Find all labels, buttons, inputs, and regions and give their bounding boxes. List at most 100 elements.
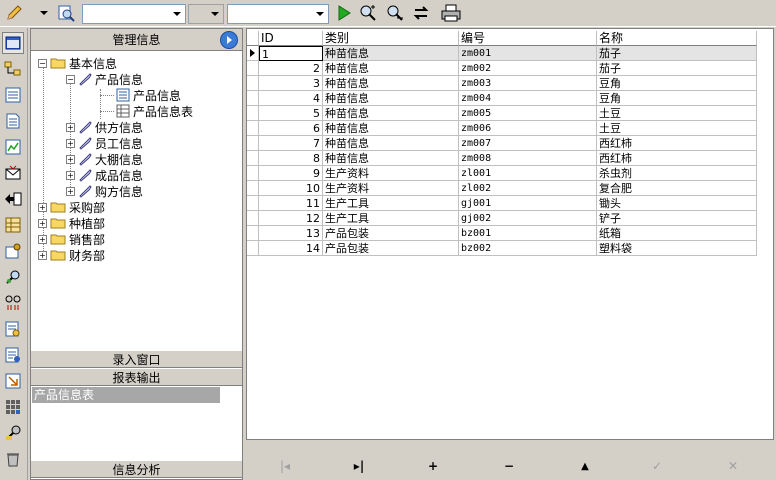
tools-icon[interactable]	[2, 422, 24, 444]
grid-cell-name[interactable]: 茄子	[597, 46, 757, 61]
grid-cell-code[interactable]: zl001	[459, 166, 597, 181]
grid-cell-code[interactable]: bz001	[459, 226, 597, 241]
tree-node-dept-sales[interactable]: + 销售部	[38, 231, 105, 247]
tree-node-basic-info[interactable]: − 基本信息	[38, 55, 117, 71]
row-indicator[interactable]	[247, 136, 259, 151]
grid-cell-category[interactable]: 种苗信息	[323, 136, 459, 151]
column-header-category[interactable]: 类别	[323, 31, 459, 46]
grid-cell-id[interactable]: 8	[259, 151, 323, 166]
grid-cell-name[interactable]: 塑料袋	[597, 241, 757, 256]
grid-cell-name[interactable]: 土豆	[597, 121, 757, 136]
chevron-down-icon[interactable]	[208, 6, 222, 22]
search-user-icon[interactable]	[2, 266, 24, 288]
grid-cell-id[interactable]: 7	[259, 136, 323, 151]
run-icon[interactable]	[334, 3, 354, 23]
tree-node-greenhouse[interactable]: + 大棚信息	[66, 151, 143, 167]
expand-icon[interactable]: +	[38, 234, 47, 244]
grid-cell-id[interactable]: 5	[259, 106, 323, 121]
grid-cell-category[interactable]: 生产工具	[323, 196, 459, 211]
post-record-button[interactable]: ✓	[646, 458, 668, 474]
mail-icon[interactable]	[2, 162, 24, 184]
expand-icon[interactable]: +	[66, 170, 75, 180]
expand-icon[interactable]: +	[38, 250, 47, 260]
tree-node-dept-purchase[interactable]: + 采购部	[38, 199, 105, 215]
trash-icon[interactable]	[2, 448, 24, 470]
expand-icon[interactable]: +	[66, 154, 75, 164]
grid-cell-id[interactable]: 12	[259, 211, 323, 226]
grid-cell-id[interactable]: 1	[259, 46, 323, 61]
grid-cell-id[interactable]: 6	[259, 121, 323, 136]
expand-icon[interactable]: +	[66, 138, 75, 148]
row-indicator[interactable]	[247, 151, 259, 166]
expand-icon[interactable]: +	[38, 202, 47, 212]
chevron-down-icon[interactable]	[170, 6, 184, 22]
grid-cell-category[interactable]: 种苗信息	[323, 106, 459, 121]
grid-cell-code[interactable]: gj001	[459, 196, 597, 211]
grid-cell-code[interactable]: bz002	[459, 241, 597, 256]
collapse-icon[interactable]: −	[66, 74, 75, 84]
notes-icon[interactable]	[2, 344, 24, 366]
grid-icon[interactable]	[2, 396, 24, 418]
link-icon[interactable]	[2, 292, 24, 314]
last-record-button[interactable]: ▸|	[348, 458, 370, 474]
grid-cell-code[interactable]: zm007	[459, 136, 597, 151]
expand-icon[interactable]: +	[66, 186, 75, 196]
filter-combo-2[interactable]	[188, 4, 224, 24]
row-indicator[interactable]	[247, 211, 259, 226]
grid-cell-name[interactable]: 土豆	[597, 106, 757, 121]
column-header-name[interactable]: 名称	[597, 31, 757, 46]
column-header-code[interactable]: 编号	[459, 31, 597, 46]
grid-cell-name[interactable]: 纸箱	[597, 226, 757, 241]
grid-cell-name[interactable]: 锄头	[597, 196, 757, 211]
tree-node-employee[interactable]: + 员工信息	[66, 135, 143, 151]
tree-node-dept-plant[interactable]: + 种植部	[38, 215, 105, 231]
grid-cell-id[interactable]: 9	[259, 166, 323, 181]
row-indicator[interactable]	[247, 241, 259, 256]
row-indicator[interactable]	[247, 76, 259, 91]
filter-combo-3[interactable]	[227, 4, 329, 24]
tree-node-dept-finance[interactable]: + 财务部	[38, 247, 105, 263]
tree-node-finished[interactable]: + 成品信息	[66, 167, 143, 183]
find-next-icon[interactable]	[385, 3, 405, 23]
expand-icon[interactable]: +	[66, 122, 75, 132]
data-grid[interactable]: ID 类别 编号 名称 1 种苗信息 zm001 茄子 2 种苗信息 zm002 茄子 3 种苗信…	[246, 28, 774, 440]
preview-icon[interactable]	[56, 3, 76, 23]
grid-cell-category[interactable]: 生产工具	[323, 211, 459, 226]
grid-cell-category[interactable]: 种苗信息	[323, 151, 459, 166]
section-entry-window[interactable]: 录入窗口	[31, 350, 242, 368]
grid-cell-code[interactable]: zl002	[459, 181, 597, 196]
report-icon[interactable]	[2, 318, 24, 340]
row-indicator[interactable]	[247, 91, 259, 106]
settings-icon[interactable]	[2, 240, 24, 262]
find-icon[interactable]	[358, 3, 378, 23]
print-icon[interactable]	[441, 3, 461, 23]
row-indicator[interactable]	[247, 181, 259, 196]
grid-cell-code[interactable]: zm005	[459, 106, 597, 121]
grid-cell-id[interactable]: 10	[259, 181, 323, 196]
document-icon[interactable]	[2, 110, 24, 132]
insert-record-button[interactable]: +	[422, 458, 444, 474]
grid-cell-id[interactable]: 2	[259, 61, 323, 76]
import-icon[interactable]	[2, 370, 24, 392]
grid-cell-category[interactable]: 产品包装	[323, 226, 459, 241]
refresh-icon[interactable]	[411, 3, 431, 23]
column-header-id[interactable]: ID	[259, 31, 323, 46]
grid-cell-code[interactable]: zm002	[459, 61, 597, 76]
export-icon[interactable]	[2, 188, 24, 210]
grid-cell-name[interactable]: 复合肥	[597, 181, 757, 196]
chevron-down-icon[interactable]	[313, 6, 327, 22]
filter-combo-1[interactable]	[82, 4, 186, 24]
grid-cell-category[interactable]: 生产资料	[323, 166, 459, 181]
grid-cell-category[interactable]: 种苗信息	[323, 121, 459, 136]
chart-icon[interactable]	[2, 136, 24, 158]
row-indicator[interactable]	[247, 196, 259, 211]
grid-cell-code[interactable]: zm004	[459, 91, 597, 106]
grid-cell-name[interactable]: 杀虫剂	[597, 166, 757, 181]
form-icon[interactable]	[2, 84, 24, 106]
grid-cell-category[interactable]: 种苗信息	[323, 61, 459, 76]
hierarchy-icon[interactable]	[2, 58, 24, 80]
row-indicator[interactable]	[247, 121, 259, 136]
grid-cell-category[interactable]: 种苗信息	[323, 76, 459, 91]
tree-node-product-info-form[interactable]: 产品信息	[116, 87, 181, 103]
report-list-item[interactable]: 产品信息表	[32, 387, 220, 403]
